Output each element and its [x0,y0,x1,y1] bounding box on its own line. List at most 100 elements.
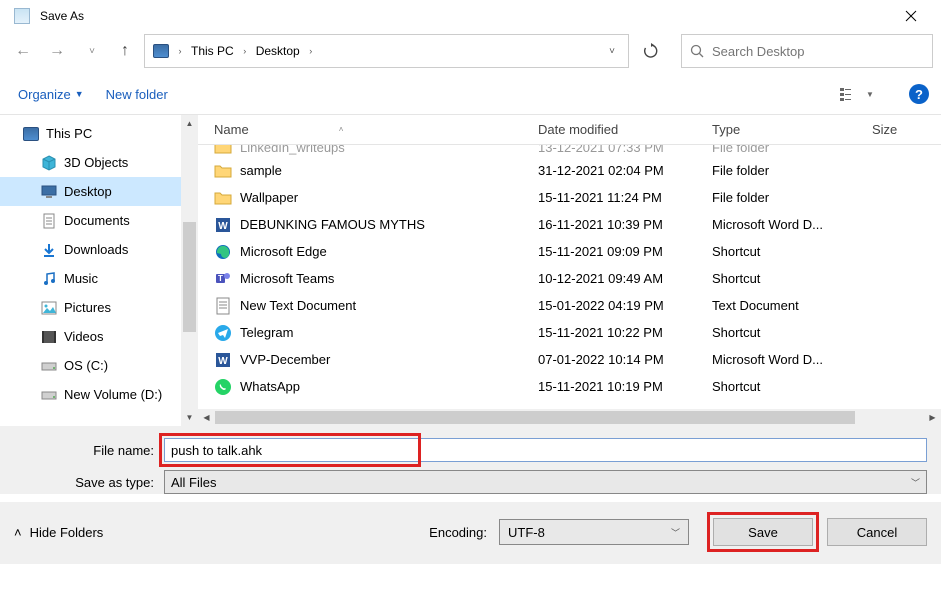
address-bar[interactable]: › This PC › Desktop › ˅ [144,34,629,68]
search-input[interactable] [712,44,924,59]
tree-item-pictures[interactable]: Pictures [0,293,198,322]
back-button[interactable]: ← [8,36,38,66]
column-type[interactable]: Type [696,122,856,137]
forward-button[interactable]: → [42,36,72,66]
pc-icon [22,126,40,142]
encoding-label: Encoding: [429,525,487,540]
encoding-select[interactable]: UTF-8 ﹀ [499,519,689,545]
close-button[interactable] [888,1,933,31]
sidebar: This PC 3D ObjectsDesktop Documents Downlo… [0,115,198,426]
word-icon: W [214,216,232,234]
breadcrumb-this-pc[interactable]: This PC [187,35,238,67]
breadcrumb-sep-icon[interactable]: › [238,46,252,56]
tree-this-pc[interactable]: This PC [0,119,198,148]
cancel-button[interactable]: Cancel [827,518,927,546]
drive-icon [40,358,58,374]
column-size[interactable]: Size [856,122,910,137]
up-button[interactable]: ↑ [110,36,140,66]
main-area: This PC 3D ObjectsDesktop Documents Downlo… [0,114,941,426]
save-button[interactable]: Save [713,518,813,546]
folder-icon [214,145,232,156]
tree-label: New Volume (D:) [64,387,162,402]
tree-item-documents[interactable]: Documents [0,206,198,235]
tree-item-videos[interactable]: Videos [0,322,198,351]
file-row[interactable]: LinkedIn_writeups13-12-2021 07:33 PMFile… [198,145,941,157]
pc-icon [153,44,169,58]
file-row[interactable]: WhatsApp15-11-2021 10:19 PMShortcut [198,373,941,400]
file-row[interactable]: WDEBUNKING FAMOUS MYTHS16-11-2021 10:39 … [198,211,941,238]
tree-item-downloads[interactable]: Downloads [0,235,198,264]
word-icon: W [214,351,232,369]
save-as-type-combo[interactable]: All Files ﹀ [164,470,927,494]
file-row[interactable]: sample31-12-2021 02:04 PMFile folder [198,157,941,184]
breadcrumb-sep-icon[interactable]: › [304,46,318,56]
file-type: Shortcut [696,244,856,259]
scroll-left-icon[interactable]: ◀ [198,413,215,422]
file-date: 07-01-2022 10:14 PM [522,352,696,367]
address-dropdown-button[interactable]: ˅ [600,46,624,57]
new-folder-button[interactable]: New folder [106,87,168,102]
combo-value: All Files [171,475,217,490]
file-name: sample [240,163,282,178]
telegram-icon [214,324,232,342]
down-icon [40,242,58,258]
file-type: File folder [696,190,856,205]
file-date: 15-11-2021 10:22 PM [522,325,696,340]
refresh-button[interactable] [633,36,669,66]
svg-text:W: W [218,356,228,367]
file-name: DEBUNKING FAMOUS MYTHS [240,217,425,232]
tree-item-os-c-[interactable]: OS (C:) [0,351,198,380]
tree-label: Videos [64,329,104,344]
horizontal-scrollbar[interactable]: ◀ ▶ [198,409,941,426]
file-row[interactable]: Microsoft Edge15-11-2021 09:09 PMShortcu… [198,238,941,265]
column-date[interactable]: Date modified [522,122,696,137]
tree-label: Documents [64,213,130,228]
desktop-icon [40,184,58,200]
file-row[interactable]: Telegram15-11-2021 10:22 PMShortcut [198,319,941,346]
toolbar: Organize▼ New folder ▼ ? [0,78,941,114]
whatsapp-icon [214,378,232,396]
file-type: File folder [696,163,856,178]
svg-text:W: W [218,221,228,232]
file-date: 15-11-2021 11:24 PM [522,190,696,205]
breadcrumb-sep-icon[interactable]: › [173,46,187,56]
scrollbar-thumb[interactable] [215,411,855,424]
column-name[interactable]: Name˄ [198,122,522,137]
scroll-down-icon[interactable]: ▼ [181,409,198,426]
hide-folders-button[interactable]: ˄ Hide Folders [14,525,103,540]
file-type: Shortcut [696,325,856,340]
scroll-right-icon[interactable]: ▶ [924,413,941,422]
file-name-label: File name: [14,443,164,458]
tree-item-music[interactable]: Music [0,264,198,293]
file-name: Microsoft Teams [240,271,334,286]
chevron-down-icon: ﹀ [911,476,920,489]
file-list[interactable]: LinkedIn_writeups13-12-2021 07:33 PMFile… [198,145,941,409]
teams-icon: T [214,270,232,288]
file-row[interactable]: TMicrosoft Teams10-12-2021 09:49 AMShort… [198,265,941,292]
tree-item-desktop[interactable]: Desktop [0,177,198,206]
txt-icon [214,297,232,315]
breadcrumb-desktop[interactable]: Desktop [252,35,304,67]
cube-icon [40,155,58,171]
app-icon [14,8,30,24]
help-button[interactable]: ? [909,84,929,104]
file-date: 15-01-2022 04:19 PM [522,298,696,313]
file-type: File folder [696,145,856,155]
tree-item-new-volume-d-[interactable]: New Volume (D:) [0,380,198,409]
tree-item-3d-objects[interactable]: 3D Objects [0,148,198,177]
folder-icon [214,189,232,207]
column-header-row: Name˄ Date modified Type Size [198,115,941,145]
sidebar-scrollbar[interactable]: ▲ ▼ [181,115,198,426]
search-box[interactable] [681,34,933,68]
file-row[interactable]: Wallpaper15-11-2021 11:24 PMFile folder [198,184,941,211]
file-row[interactable]: WVVP-December07-01-2022 10:14 PMMicrosof… [198,346,941,373]
file-name-input[interactable] [164,438,927,462]
scrollbar-thumb[interactable] [183,222,196,332]
drive-icon [40,387,58,403]
file-row[interactable]: New Text Document15-01-2022 04:19 PMText… [198,292,941,319]
chevron-down-icon: ﹀ [671,526,680,539]
recent-locations-button[interactable]: ˅ [76,36,106,66]
organize-button[interactable]: Organize▼ [18,87,84,102]
view-options-button[interactable]: ▼ [839,82,875,106]
scroll-up-icon[interactable]: ▲ [181,115,198,132]
